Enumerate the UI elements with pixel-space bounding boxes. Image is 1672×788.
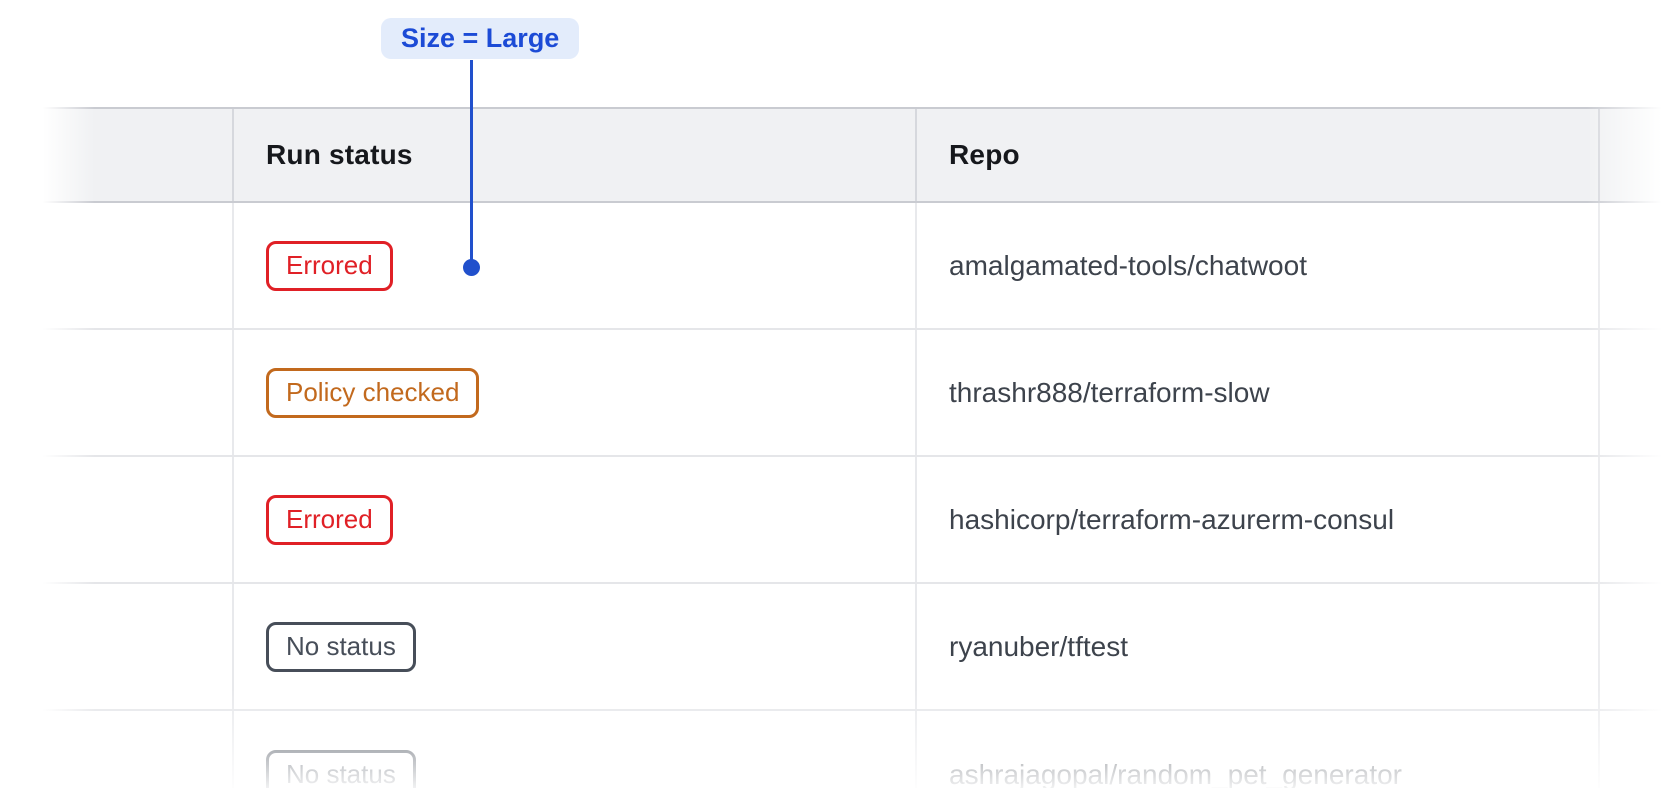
annotation-pointer-dot xyxy=(463,259,480,276)
column-header-empty xyxy=(0,109,232,201)
cell-run-status[interactable]: Errored xyxy=(232,203,915,328)
table-row[interactable]: Errored amalgamated-tools/chatwoot xyxy=(0,203,1672,330)
column-header-run-status[interactable]: Run status xyxy=(232,109,915,201)
cell-empty xyxy=(0,203,232,328)
annotation-pointer-line xyxy=(470,60,473,268)
cell-empty xyxy=(0,711,232,788)
cell-empty xyxy=(0,584,232,709)
cell-repo[interactable]: thrashr888/terraform-slow xyxy=(915,330,1598,455)
column-header-cutoff xyxy=(1598,109,1672,201)
cell-cutoff xyxy=(1598,584,1672,709)
cell-empty xyxy=(0,457,232,582)
page: Run status Repo Errored amalgamated-tool… xyxy=(0,0,1672,788)
status-badge: Policy checked xyxy=(266,368,479,418)
cell-cutoff xyxy=(1598,203,1672,328)
repo-name: ryanuber/tftest xyxy=(949,631,1128,663)
repo-name: ashrajagopal/random_pet_generator xyxy=(949,759,1402,788)
table-row[interactable]: Errored hashicorp/terraform-azurerm-cons… xyxy=(0,457,1672,584)
cell-cutoff xyxy=(1598,330,1672,455)
cell-run-status[interactable]: No status xyxy=(232,711,915,788)
repo-name: amalgamated-tools/chatwoot xyxy=(949,250,1307,282)
cell-run-status[interactable]: Errored xyxy=(232,457,915,582)
cell-repo[interactable]: amalgamated-tools/chatwoot xyxy=(915,203,1598,328)
cell-run-status[interactable]: Policy checked xyxy=(232,330,915,455)
cell-run-status[interactable]: No status xyxy=(232,584,915,709)
cell-repo[interactable]: ashrajagopal/random_pet_generator xyxy=(915,711,1598,788)
cell-cutoff xyxy=(1598,457,1672,582)
size-annotation-label: Size = Large xyxy=(381,18,579,59)
cell-repo[interactable]: hashicorp/terraform-azurerm-consul xyxy=(915,457,1598,582)
cell-repo[interactable]: ryanuber/tftest xyxy=(915,584,1598,709)
repo-name: thrashr888/terraform-slow xyxy=(949,377,1270,409)
table-row[interactable]: No status ryanuber/tftest xyxy=(0,584,1672,711)
cell-cutoff xyxy=(1598,711,1672,788)
table-row[interactable]: Policy checked thrashr888/terraform-slow xyxy=(0,330,1672,457)
status-badge: Errored xyxy=(266,495,393,545)
status-badge: No status xyxy=(266,622,416,672)
table-header-row: Run status Repo xyxy=(0,107,1672,203)
column-header-repo[interactable]: Repo xyxy=(915,109,1598,201)
status-badge: No status xyxy=(266,750,416,788)
table-row[interactable]: No status ashrajagopal/random_pet_genera… xyxy=(0,711,1672,788)
cell-empty xyxy=(0,330,232,455)
status-badge: Errored xyxy=(266,241,393,291)
repo-name: hashicorp/terraform-azurerm-consul xyxy=(949,504,1394,536)
runs-table: Run status Repo Errored amalgamated-tool… xyxy=(0,107,1672,788)
